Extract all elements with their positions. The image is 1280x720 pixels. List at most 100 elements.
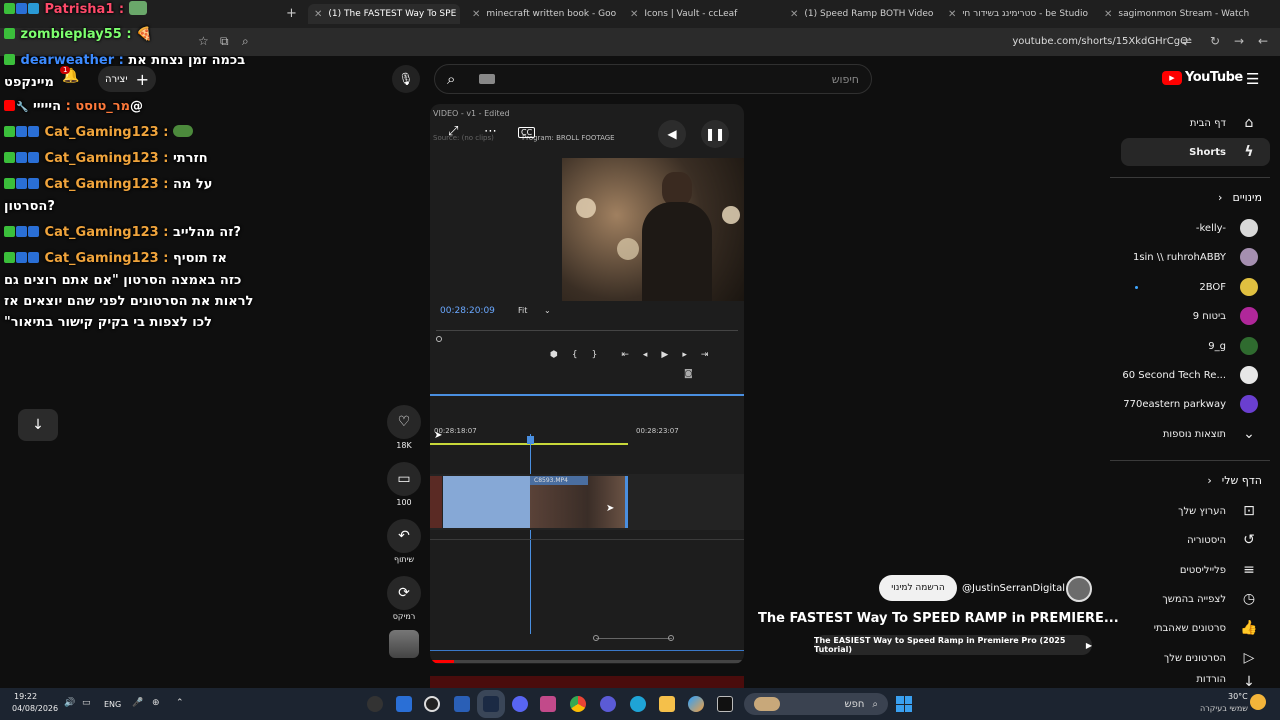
scroll-handle-left[interactable] bbox=[593, 635, 599, 641]
sidebar-item-sub[interactable]: 9_g bbox=[1208, 332, 1258, 360]
scroll-handle-right[interactable] bbox=[668, 635, 674, 641]
extensions-icon[interactable]: ⧉ bbox=[220, 34, 229, 49]
sidebar-item-sub[interactable]: 1sin \\ ruhrohABBY bbox=[1133, 243, 1258, 271]
url-text[interactable]: youtube.com/shorts/15XkdGHrCgQ bbox=[1012, 36, 1188, 47]
star-icon[interactable]: ☆ bbox=[198, 34, 209, 48]
pause-button[interactable]: ❚❚ bbox=[701, 120, 729, 148]
out-point-icon[interactable]: } bbox=[592, 350, 598, 360]
discord-icon[interactable] bbox=[512, 696, 528, 712]
sidebar-item-sub[interactable]: 9 ביטוח bbox=[1193, 302, 1258, 330]
sidebar-item-watch-later[interactable]: לצפייה בהמשך ◷ bbox=[1162, 585, 1258, 613]
sidebar-item-sub[interactable]: 770eastern parkway bbox=[1123, 390, 1258, 418]
clip-broll[interactable]: C8593.MP4 bbox=[530, 476, 626, 528]
fit-dropdown[interactable]: Fit ⌄ bbox=[518, 306, 551, 315]
subscribe-button[interactable]: הרשמה למינוי bbox=[879, 575, 957, 601]
playhead-handle[interactable] bbox=[527, 436, 534, 444]
close-icon[interactable]: ✕ bbox=[314, 9, 322, 20]
share-button[interactable]: ↶ bbox=[387, 519, 421, 553]
tab-studio[interactable]: ✕ סטרימינג בשידור חי - be Studio bbox=[942, 4, 1094, 24]
sidebar-item-sub[interactable]: -kelly- bbox=[1196, 214, 1258, 242]
weather-temp[interactable]: 30°C bbox=[1228, 692, 1248, 701]
app-icon[interactable] bbox=[540, 696, 556, 712]
forward-icon[interactable]: → bbox=[1234, 34, 1244, 48]
short-video-player[interactable]: VIDEO - v1 - Edited Source: (no clips) P… bbox=[430, 104, 744, 664]
sidebar-item-your-videos[interactable]: הסרטונים שלך ▷ bbox=[1164, 644, 1258, 672]
sidebar-item-history[interactable]: היסטוריה ↺ bbox=[1187, 526, 1258, 554]
go-to-in-icon[interactable]: ⇤ bbox=[621, 350, 629, 360]
sidebar-item-playlists[interactable]: פלייליסטים ≡ bbox=[1180, 556, 1258, 584]
copilot-icon[interactable] bbox=[688, 696, 704, 712]
play-icon[interactable]: ▶ bbox=[661, 350, 668, 360]
comments-button[interactable]: ▭ bbox=[387, 462, 421, 496]
more-options-icon[interactable]: ⋯ bbox=[484, 124, 497, 139]
sidebar-item-liked[interactable]: סרטונים שאהבתי 👍 bbox=[1154, 614, 1258, 642]
clip-edge[interactable] bbox=[625, 476, 628, 528]
clip-selected[interactable] bbox=[443, 476, 530, 528]
sidebar-item-your-channel[interactable]: הערוץ שלך ⊡ bbox=[1178, 497, 1258, 525]
steam-icon[interactable] bbox=[477, 690, 505, 718]
volume-button[interactable]: ◀ bbox=[658, 120, 686, 148]
step-forward-icon[interactable]: ▸ bbox=[682, 350, 687, 360]
taskbar-search[interactable]: חפש ⌕ bbox=[744, 693, 888, 715]
you-header[interactable]: › הדף שלי bbox=[1207, 474, 1262, 487]
sidebar-item-home[interactable]: דף הבית ⌂ bbox=[1110, 109, 1258, 137]
camera-icon[interactable]: ◙ bbox=[684, 369, 693, 379]
tab-speed-ramp[interactable]: ✕ (1) Speed Ramp BOTH Video & bbox=[784, 4, 934, 24]
site-settings-icon[interactable]: ⇌ bbox=[1182, 34, 1192, 48]
mic-button[interactable]: 🎙 bbox=[392, 65, 420, 93]
go-to-out-icon[interactable]: ⇥ bbox=[701, 350, 709, 360]
obs-icon[interactable] bbox=[367, 696, 383, 712]
file-explorer-icon[interactable] bbox=[659, 696, 675, 712]
playhead-dot[interactable] bbox=[436, 336, 442, 342]
tab-icons-vault[interactable]: ✕ Icons | Vault - ccLeaf bbox=[624, 4, 776, 24]
new-tab-icon[interactable]: + bbox=[286, 6, 297, 21]
zoom-icon[interactable]: ⌕ bbox=[242, 34, 249, 49]
chrome-icon[interactable] bbox=[570, 696, 586, 712]
search-icon[interactable]: ⌕ bbox=[447, 70, 455, 88]
mic-tray-icon[interactable]: 🎤 bbox=[132, 698, 143, 708]
sidebar-item-shorts[interactable]: Shorts ϟ bbox=[1110, 138, 1258, 166]
show-more-button[interactable]: תוצאות נוספות ⌄ bbox=[1163, 420, 1258, 448]
start-icon[interactable] bbox=[896, 696, 912, 712]
speaker-icon[interactable]: 🔊 bbox=[64, 698, 75, 708]
clip-red-segment[interactable] bbox=[430, 476, 442, 528]
captions-icon[interactable]: CC bbox=[518, 127, 536, 138]
search-box[interactable]: ⌕ חיפוש bbox=[434, 64, 872, 94]
step-back-icon[interactable]: ◂ bbox=[643, 350, 648, 360]
capture-icon[interactable] bbox=[454, 696, 470, 712]
create-button[interactable]: יצירה + bbox=[98, 66, 156, 92]
short-title[interactable]: The FASTEST Way To SPEED RAMP in PREMIER… bbox=[758, 611, 1119, 626]
display-icon[interactable]: ▭ bbox=[82, 698, 91, 708]
sidebar-item-downloads[interactable]: הורדות ↓ bbox=[1196, 674, 1258, 688]
edge-icon[interactable] bbox=[630, 696, 646, 712]
related-video-chip[interactable]: The EASIEST Way to Speed Ramp in Premier… bbox=[814, 635, 1092, 655]
reload-icon[interactable]: ↻ bbox=[1210, 34, 1220, 48]
task-view-icon[interactable] bbox=[717, 696, 733, 712]
obs-studio-icon[interactable] bbox=[424, 696, 440, 712]
close-icon[interactable]: ✕ bbox=[472, 9, 480, 20]
zoom-scrollbar[interactable] bbox=[596, 638, 672, 639]
tray-chevron-icon[interactable]: ⌃ bbox=[176, 698, 184, 708]
back-icon[interactable]: ← bbox=[1258, 34, 1268, 48]
scroll-down-button[interactable]: ↓ bbox=[18, 409, 58, 441]
close-icon[interactable]: ✕ bbox=[630, 9, 638, 20]
menu-icon[interactable]: ☰ bbox=[1246, 70, 1259, 88]
network-icon[interactable]: ⊕ bbox=[152, 698, 160, 708]
marker-icon[interactable]: ⬢ bbox=[550, 350, 558, 360]
app2-icon[interactable] bbox=[600, 696, 616, 712]
close-icon[interactable]: ✕ bbox=[948, 9, 956, 20]
tab-kick-stream[interactable]: ✕ sagimonmon Stream - Watch L bbox=[1098, 4, 1250, 24]
close-icon[interactable]: ✕ bbox=[1104, 9, 1112, 20]
tab-google[interactable]: ✕ minecraft written book - Googl bbox=[466, 4, 616, 24]
youtube-logo[interactable]: ▶ YouTube bbox=[1162, 70, 1243, 85]
channel-avatar[interactable] bbox=[1066, 576, 1092, 602]
timeline-playhead[interactable] bbox=[530, 434, 531, 634]
language-indicator[interactable]: ENG bbox=[104, 700, 121, 709]
sound-thumbnail[interactable] bbox=[389, 630, 419, 658]
pro-icon[interactable] bbox=[396, 696, 412, 712]
fullscreen-icon[interactable]: ⤢ bbox=[448, 124, 458, 139]
in-point-icon[interactable]: { bbox=[572, 350, 578, 360]
tab-youtube-short[interactable]: ✕ (1) The FASTEST Way To SPE bbox=[308, 4, 460, 24]
subscriptions-header[interactable]: › מינויים bbox=[1218, 191, 1262, 204]
close-icon[interactable]: ✕ bbox=[790, 9, 798, 20]
